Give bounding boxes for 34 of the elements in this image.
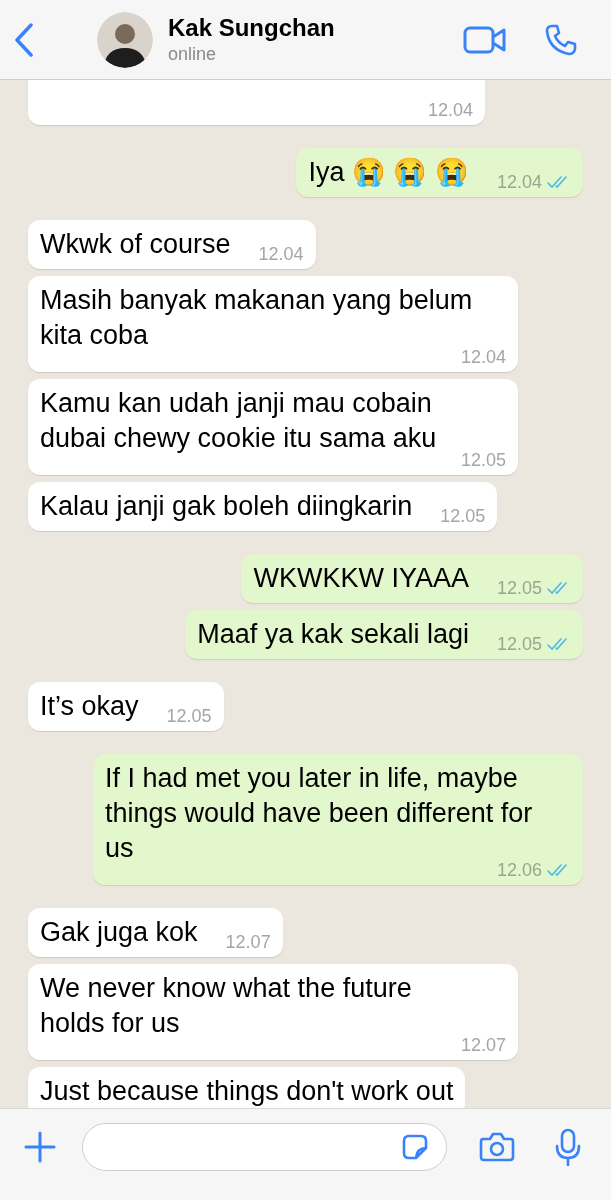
message-text: Kalau janji gak boleh diingkarin: [40, 490, 413, 523]
message-time: 12.07: [460, 1035, 506, 1055]
message-time: 12.04: [427, 100, 473, 120]
message-text: Iya 😭 😭 😭: [308, 156, 469, 189]
phone-icon[interactable]: [545, 23, 577, 56]
message-time: 12.05: [460, 450, 506, 470]
message-time: 12.06: [496, 860, 542, 880]
message-time: 12.05: [496, 578, 542, 598]
microphone-icon[interactable]: [554, 1128, 582, 1166]
add-icon[interactable]: [24, 1131, 56, 1163]
message-text: Just because things don't work out: [40, 1075, 454, 1108]
message-text: Wkwk of course: [40, 228, 231, 261]
message-text: If I had met you later in life, maybe things would have been different for us: [105, 762, 534, 863]
video-call-icon[interactable]: [463, 25, 507, 54]
camera-icon[interactable]: [479, 1132, 515, 1162]
message-input-field[interactable]: [82, 1123, 447, 1171]
back-icon[interactable]: [14, 22, 34, 57]
message-text: Kamu kan udah janji mau cobain dubai chewy cookie itu sama aku: [40, 387, 438, 455]
message-text: Maaf ya kak sekali lagi: [197, 618, 469, 651]
message-time: 12.05: [166, 706, 212, 726]
message-time: 12.05: [440, 506, 486, 526]
message-time: 12.04: [460, 347, 506, 367]
contact-name: Kak Sungchan: [168, 13, 336, 42]
message-text: We never know what the future holds for us: [40, 972, 413, 1040]
message-text: WKWKKW IYAAA: [253, 562, 469, 595]
message-time: 12.05: [496, 634, 542, 654]
sticker-icon[interactable]: [402, 1134, 428, 1160]
message-time: 12.04: [496, 172, 542, 192]
message-text: It’s okay: [40, 690, 139, 723]
message-text: Masih banyak makanan yang belum kita coba: [40, 284, 474, 350]
message-time: 12.07: [225, 932, 271, 952]
message-time: 12.04: [258, 244, 304, 264]
message-text: Gak juga kok: [40, 916, 198, 949]
contact-status: online: [168, 42, 218, 66]
